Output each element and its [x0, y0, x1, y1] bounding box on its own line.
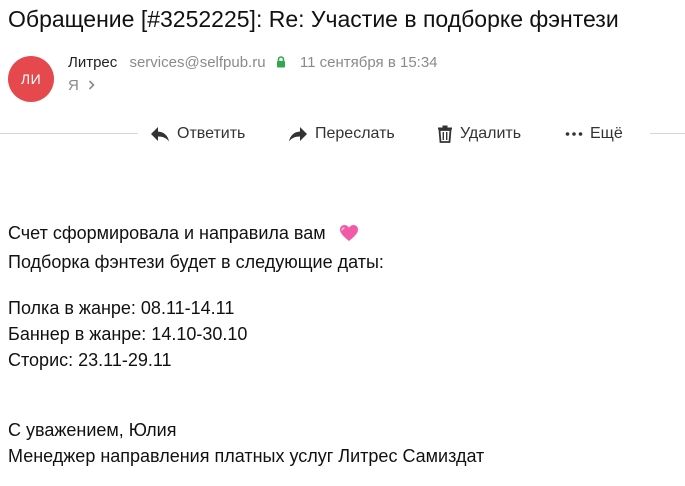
more-button[interactable]: Ещё — [565, 122, 623, 146]
reply-label: Ответить — [177, 125, 246, 142]
email-body: Счет сформировала и направила вам Подбор… — [8, 220, 484, 469]
forward-icon — [289, 127, 307, 142]
more-label: Ещё — [590, 125, 623, 142]
body-line-5: Сторис: 23.11-29.11 — [8, 350, 172, 370]
trash-icon — [438, 125, 452, 143]
avatar-initials: ЛИ — [20, 71, 42, 87]
divider-left — [0, 133, 138, 134]
sender-header: ЛИ Литрес services@selfpub.ru 11 сентябр… — [8, 52, 678, 102]
reply-icon — [151, 127, 169, 142]
forward-label: Переслать — [315, 125, 395, 142]
reply-button[interactable]: Ответить — [150, 122, 245, 146]
body-line-3: Полка в жанре: 08.11-14.11 — [8, 298, 235, 318]
divider-right — [650, 133, 685, 134]
message-toolbar: Ответить Переслать Удалить Ещё — [0, 122, 685, 146]
recipient-label: Я — [68, 77, 79, 94]
email-subject: Обращение [#3252225]: Re: Участие в подб… — [8, 6, 619, 32]
avatar[interactable]: ЛИ — [8, 56, 54, 102]
more-dots-icon — [565, 132, 583, 136]
body-line-2: Подборка фэнтези будет в следующие даты: — [8, 252, 384, 272]
delete-button[interactable]: Удалить — [437, 122, 521, 146]
sender-meta: Литрес services@selfpub.ru 11 сентября в… — [68, 52, 438, 97]
sender-email[interactable]: services@selfpub.ru — [129, 54, 265, 71]
chevron-right-icon — [85, 78, 96, 93]
signature-line-1: С уважением, Юлия — [8, 420, 177, 440]
sender-name[interactable]: Литрес — [68, 54, 117, 71]
lock-icon — [276, 53, 286, 75]
sent-date: 11 сентября в 15:34 — [299, 54, 438, 71]
forward-button[interactable]: Переслать — [288, 122, 395, 146]
heart-emoji-icon — [339, 223, 359, 249]
recipient-toggle[interactable]: Я — [68, 75, 438, 97]
body-line-4: Баннер в жанре: 14.10-30.10 — [8, 324, 248, 344]
body-line-1: Счет сформировала и направила вам — [8, 223, 326, 243]
delete-label: Удалить — [460, 125, 522, 142]
signature-line-2: Менеджер направления платных услуг Литре… — [8, 446, 485, 466]
body-line: Счет сформировала и направила вам — [8, 220, 484, 249]
